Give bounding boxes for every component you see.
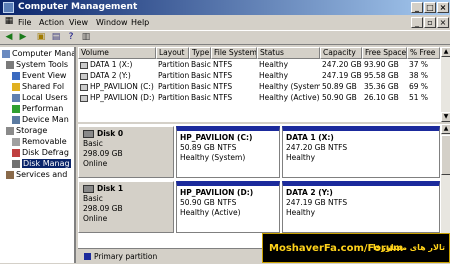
computer-icon — [2, 49, 10, 58]
services-icon — [6, 170, 14, 179]
column-capacity[interactable]: Capacity — [320, 47, 362, 59]
scroll-up-arrow[interactable]: ▲ — [441, 47, 450, 57]
volume-icon — [80, 61, 88, 69]
hard-disk-icon — [83, 130, 94, 138]
defrag-icon — [12, 148, 20, 157]
volume-list-scrollbar[interactable]: ▲ ▼ — [440, 47, 450, 122]
console-icon[interactable]: ▥ — [80, 32, 92, 43]
menu-view[interactable]: View — [69, 18, 88, 27]
legend-label: Primary partition — [94, 252, 158, 261]
child-close-button[interactable]: × — [437, 17, 449, 28]
column-type[interactable]: Type — [189, 47, 211, 59]
users-icon — [12, 93, 20, 102]
tree-item-performance[interactable]: Performan — [12, 104, 63, 114]
disk-size: 298.09 GB — [83, 204, 123, 213]
column-status[interactable]: Status — [257, 47, 320, 59]
volume-icon — [80, 83, 88, 91]
partition-x[interactable]: DATA 1 (X:) 247.20 GB NTFS Healthy — [282, 126, 440, 178]
device-manager-icon — [12, 115, 20, 124]
tree-item-removable-storage[interactable]: Removable — [12, 137, 67, 147]
tree-item-system-tools[interactable]: System Tools — [6, 60, 68, 70]
forward-icon[interactable]: ▶ — [17, 32, 29, 43]
disk-map-scrollbar[interactable]: ▲ ▼ — [440, 124, 450, 248]
back-icon[interactable]: ◀ — [3, 32, 15, 43]
volume-row[interactable]: HP_PAVILION (C:) Partition Basic NTFS He… — [78, 82, 450, 92]
disk-status: Online — [83, 159, 108, 168]
disk-name: Disk 1 — [97, 184, 124, 193]
column-layout[interactable]: Layout — [156, 47, 189, 59]
storage-icon — [6, 126, 14, 135]
title-bar[interactable]: Computer Management _ □ × — [0, 0, 450, 15]
volume-row[interactable]: DATA 1 (X:) Partition Basic NTFS Healthy… — [78, 60, 450, 70]
tree-item-event-viewer[interactable]: Event View — [12, 71, 66, 81]
event-viewer-icon — [12, 71, 20, 80]
volume-icon — [80, 72, 88, 80]
volume-list[interactable]: Volume Layout Type File System Status Ca… — [78, 47, 450, 122]
disk-management-icon — [12, 159, 20, 168]
shared-folders-icon — [12, 82, 20, 91]
watermark-banner: MoshaverFa.com/Forum تالار های مشاورفا — [262, 233, 450, 263]
menu-bar: ▦ File Action View Window Help _ ▫ × — [0, 15, 450, 30]
close-button[interactable]: × — [437, 2, 449, 13]
tree-item-storage[interactable]: Storage — [6, 126, 47, 136]
disk-status: Online — [83, 214, 108, 223]
partition-y[interactable]: DATA 2 (Y:) 247.19 GB NTFS Healthy — [282, 181, 440, 233]
mmc-icon[interactable]: ▦ — [3, 16, 15, 27]
help-icon[interactable]: ? — [65, 32, 77, 43]
disk-0-info[interactable]: Disk 0 Basic 298.09 GB Online — [78, 126, 174, 178]
column-headers: Volume Layout Type File System Status Ca… — [78, 47, 450, 59]
scroll-thumb[interactable] — [441, 135, 450, 175]
tree-item-shared-folders[interactable]: Shared Fol — [12, 82, 64, 92]
scroll-up-arrow[interactable]: ▲ — [441, 124, 450, 134]
tree-item-disk-management[interactable]: Disk Manag — [12, 159, 71, 169]
performance-icon — [12, 104, 20, 113]
menu-help[interactable]: Help — [131, 18, 149, 27]
partition-d[interactable]: HP_PAVILION (D:) 50.90 GB NTFS Healthy (… — [176, 181, 280, 233]
child-minimize-button[interactable]: _ — [411, 17, 423, 28]
column-file-system[interactable]: File System — [211, 47, 257, 59]
menu-file[interactable]: File — [18, 18, 31, 27]
volume-icon — [80, 94, 88, 102]
volume-row[interactable]: HP_PAVILION (D:) Partition Basic NTFS He… — [78, 93, 450, 103]
menu-action[interactable]: Action — [39, 18, 64, 27]
maximize-button[interactable]: □ — [424, 2, 436, 13]
tree-item-disk-defragmenter[interactable]: Disk Defrag — [12, 148, 69, 158]
tree-item-local-users[interactable]: Local Users — [12, 93, 68, 103]
tree-item-computer-management[interactable]: Computer Manag — [2, 49, 74, 59]
watermark-persian-text: تالار های مشاورفا — [373, 243, 445, 252]
window-title: Computer Management — [18, 2, 138, 12]
disk-size: 298.09 GB — [83, 149, 123, 158]
tree-item-device-manager[interactable]: Device Man — [12, 115, 69, 125]
column-percent-free[interactable]: % Free — [407, 47, 440, 59]
primary-partition-swatch — [84, 253, 91, 260]
tools-icon — [6, 60, 14, 69]
computer-management-icon — [3, 2, 14, 13]
hard-disk-icon — [83, 185, 94, 193]
scroll-down-arrow[interactable]: ▼ — [441, 112, 450, 122]
minimize-button[interactable]: _ — [411, 2, 423, 13]
child-restore-button[interactable]: ▫ — [424, 17, 436, 28]
menu-window[interactable]: Window — [96, 18, 128, 27]
disk-name: Disk 0 — [97, 129, 124, 138]
disk-type: Basic — [83, 139, 103, 148]
volume-row[interactable]: DATA 2 (Y:) Partition Basic NTFS Healthy… — [78, 71, 450, 81]
partition-c[interactable]: HP_PAVILION (C:) 50.89 GB NTFS Healthy (… — [176, 126, 280, 178]
console-tree[interactable]: Computer Manag System Tools Event View S… — [0, 47, 76, 263]
disk-1-info[interactable]: Disk 1 Basic 298.09 GB Online — [78, 181, 174, 233]
up-folder-icon[interactable]: ▣ — [35, 32, 47, 43]
column-free-space[interactable]: Free Space — [362, 47, 407, 59]
disk-type: Basic — [83, 194, 103, 203]
disk-map[interactable]: Disk 0 Basic 298.09 GB Online HP_PAVILIO… — [78, 124, 450, 248]
properties-icon[interactable]: ▤ — [50, 32, 62, 43]
tree-item-services[interactable]: Services and — [6, 170, 67, 180]
removable-storage-icon — [12, 137, 20, 146]
column-volume[interactable]: Volume — [78, 47, 156, 59]
toolbar: ◀ ▶ ▣ ▤ ? ▥ — [0, 30, 450, 45]
